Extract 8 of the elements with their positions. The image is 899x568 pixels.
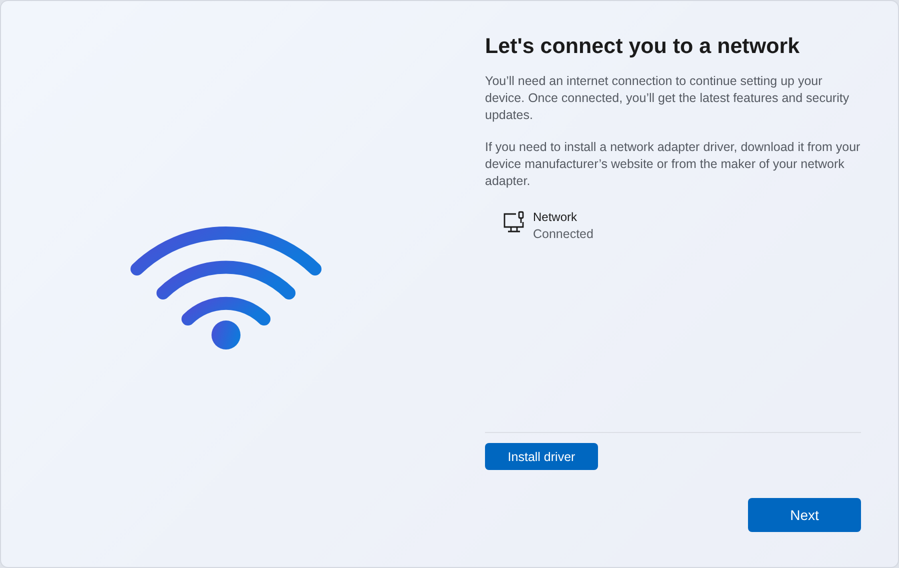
description-text: If you need to install a network adapter driver, download it from your device manufacturer’s website or from the maker of your network adapter. [485,139,861,190]
next-button[interactable]: Next [748,498,861,532]
wired-monitor-icon [503,211,525,235]
description-text: You’ll need an internet connection to continue setting up your device. Once connected, you’ll get the latest features and security updates. [485,73,850,124]
page-title: Let's connect you to a network [485,34,801,59]
network-name: Network [533,209,578,226]
install-driver-button[interactable]: Install driver [485,443,598,470]
network-status: Connected [533,226,594,243]
